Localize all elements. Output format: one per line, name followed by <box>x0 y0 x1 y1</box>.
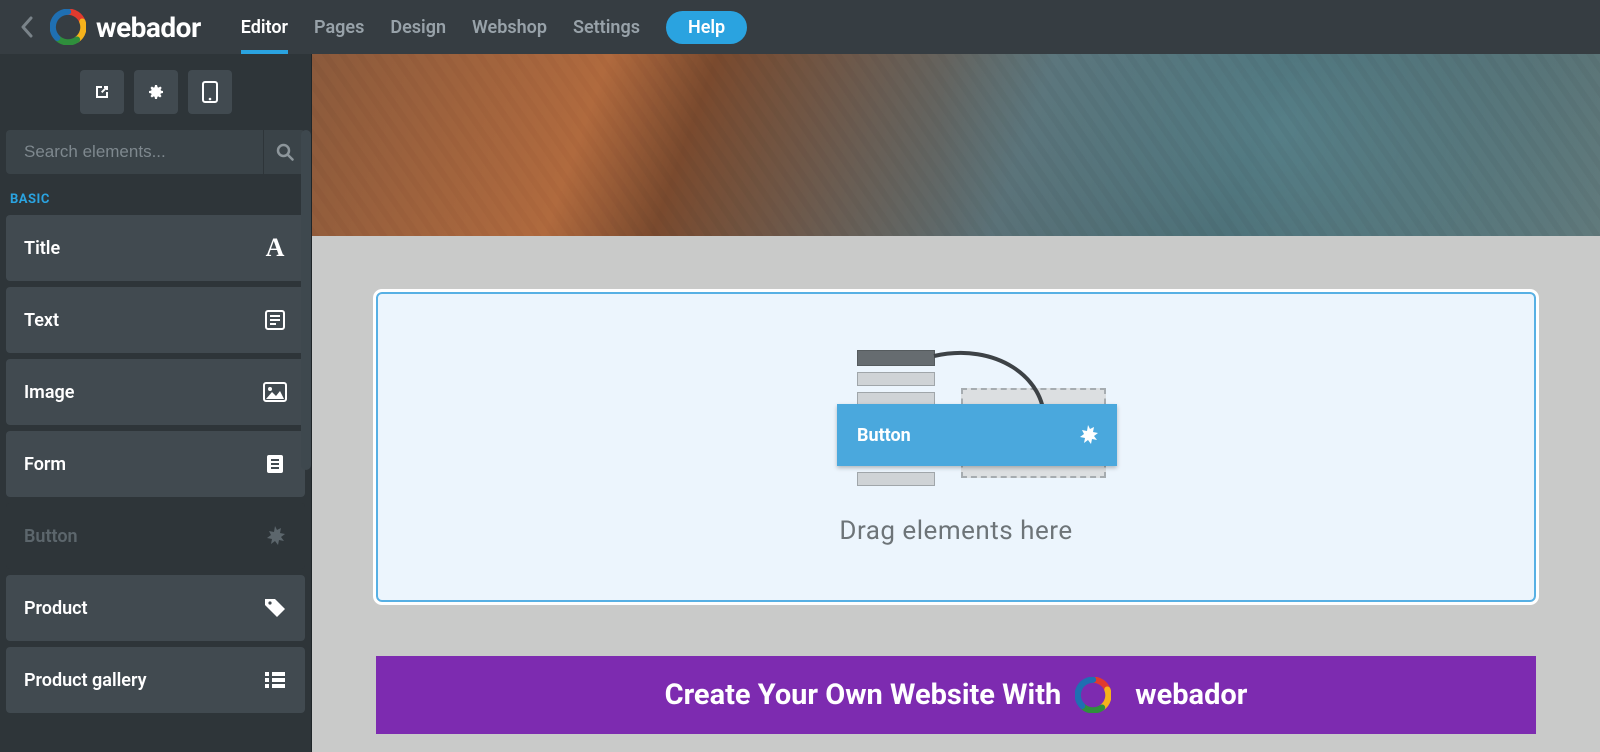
title-icon: A <box>263 236 287 260</box>
mobile-view-button[interactable] <box>188 70 232 114</box>
nav-tab-settings[interactable]: Settings <box>573 0 640 54</box>
search-icon <box>276 143 294 161</box>
element-label: Text <box>24 310 59 331</box>
webador-logo-icon <box>50 9 86 45</box>
back-button[interactable] <box>12 12 42 42</box>
text-icon <box>263 308 287 332</box>
hero-image <box>312 54 1600 236</box>
promo-text: Create Your Own Website With <box>665 678 1062 712</box>
element-list: Title A Text Image Form <box>0 215 311 713</box>
chevron-left-icon <box>20 16 34 38</box>
nav-tab-editor[interactable]: Editor <box>241 0 288 54</box>
section-label-basic: BASIC <box>0 184 311 215</box>
form-icon <box>263 452 287 476</box>
search-input[interactable] <box>6 130 305 174</box>
preview-button[interactable] <box>80 70 124 114</box>
canvas: Button Drag elements here Create Your Ow… <box>312 54 1600 752</box>
external-link-icon <box>92 82 112 102</box>
burst-icon <box>1077 424 1099 446</box>
dropzone-container: Button Drag elements here <box>312 236 1600 622</box>
drag-chip-label: Button <box>857 425 911 446</box>
element-form[interactable]: Form <box>6 431 305 497</box>
dropzone[interactable]: Button Drag elements here <box>376 292 1536 602</box>
nav-tabs: Editor Pages Design Webshop Settings Hel… <box>241 0 747 54</box>
element-label: Form <box>24 454 66 475</box>
tag-icon <box>263 596 287 620</box>
list-icon <box>263 668 287 692</box>
nav-tab-pages[interactable]: Pages <box>314 0 364 54</box>
promo-banner: Create Your Own Website With webador <box>376 656 1536 734</box>
gear-icon <box>146 82 166 102</box>
sidebar: BASIC Title A Text Image Form <box>0 54 312 752</box>
top-bar: webador Editor Pages Design Webshop Sett… <box>0 0 1600 54</box>
promo-brand: webador <box>1135 678 1247 712</box>
nav-help-button[interactable]: Help <box>666 11 747 44</box>
element-button[interactable]: Button <box>6 503 305 569</box>
element-label: Button <box>24 526 78 547</box>
brand-logo[interactable]: webador <box>50 9 201 45</box>
element-image[interactable]: Image <box>6 359 305 425</box>
element-label: Product <box>24 598 88 619</box>
dropzone-hint: Drag elements here <box>839 516 1072 546</box>
sidebar-scrollbar[interactable] <box>301 130 311 470</box>
mobile-icon <box>201 81 219 103</box>
nav-tab-webshop[interactable]: Webshop <box>472 0 547 54</box>
brand-name: webador <box>96 11 201 44</box>
webador-logo-icon <box>1075 677 1111 713</box>
dropzone-illustration: Button <box>831 348 1091 498</box>
element-text[interactable]: Text <box>6 287 305 353</box>
search-wrap <box>6 130 305 174</box>
settings-button[interactable] <box>134 70 178 114</box>
nav-tab-design[interactable]: Design <box>390 0 446 54</box>
element-product[interactable]: Product <box>6 575 305 641</box>
drag-chip: Button <box>837 404 1117 466</box>
element-label: Image <box>24 382 74 403</box>
search-submit[interactable] <box>263 130 305 174</box>
element-label: Title <box>24 238 60 259</box>
element-title[interactable]: Title A <box>6 215 305 281</box>
burst-icon <box>263 524 287 548</box>
element-product-gallery[interactable]: Product gallery <box>6 647 305 713</box>
element-label: Product gallery <box>24 670 147 691</box>
image-icon <box>263 380 287 404</box>
content-area: BASIC Title A Text Image Form <box>0 54 1600 752</box>
sidebar-tools <box>0 54 311 130</box>
